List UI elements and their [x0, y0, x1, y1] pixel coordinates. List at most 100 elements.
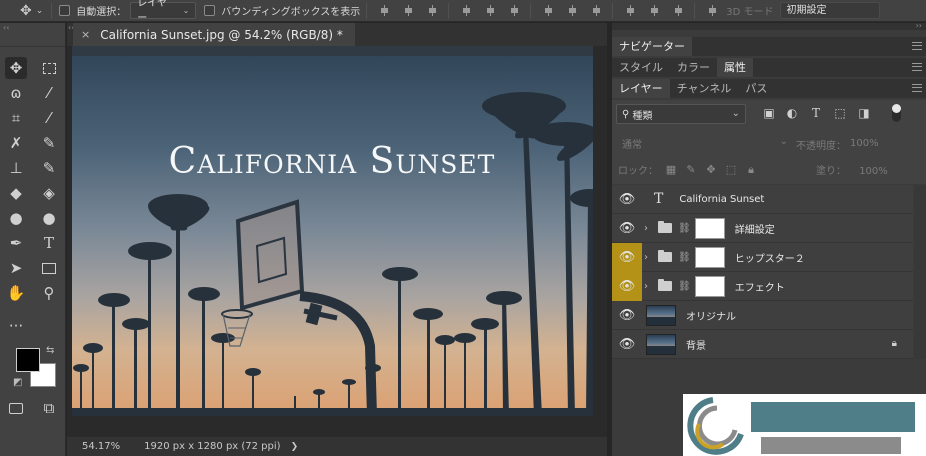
align-bottom-icon[interactable]: [427, 5, 438, 16]
healing-brush-icon[interactable]: ✗: [5, 132, 27, 154]
align-left-icon[interactable]: [461, 5, 472, 16]
tab-channels[interactable]: チャンネル: [670, 79, 739, 98]
type-icon[interactable]: T: [38, 232, 60, 254]
layer-row-group[interactable]: 👁︎ › ⛓︎ 詳細設定: [612, 214, 913, 243]
lock-all-icon[interactable]: 🔒︎: [744, 163, 758, 177]
crop-icon[interactable]: ⌗: [5, 107, 27, 129]
blend-mode-dropdown[interactable]: 通常 ⌄: [616, 134, 792, 152]
auto-align-icon[interactable]: [707, 5, 718, 16]
brush-icon[interactable]: ✎: [38, 132, 60, 154]
eye-icon[interactable]: 👁︎: [612, 214, 642, 243]
lock-artboard-icon[interactable]: ⬚: [724, 163, 738, 176]
filter-pixel-icon[interactable]: ▣: [762, 106, 776, 120]
layer-row-group[interactable]: 👁︎ › ⛓︎ ヒップスター２: [612, 242, 913, 272]
history-brush-icon[interactable]: ✎: [38, 157, 60, 179]
distribute-bottom-icon[interactable]: [591, 5, 602, 16]
tab-navigator[interactable]: ナビゲーター: [612, 37, 692, 56]
panel-grip[interactable]: [0, 33, 65, 47]
pen-icon[interactable]: ✒: [5, 232, 27, 254]
align-vcenter-icon[interactable]: [403, 5, 414, 16]
chevron-down-icon[interactable]: ⌄: [36, 0, 44, 22]
document-tab[interactable]: × California Sunset.jpg @ 54.2% (RGB/8) …: [73, 23, 355, 46]
bounding-box-checkbox[interactable]: [204, 5, 216, 16]
distribute-left-icon[interactable]: [625, 5, 636, 16]
zoom-icon[interactable]: ⚲: [38, 282, 60, 304]
filter-adjustment-icon[interactable]: ◐: [785, 106, 799, 120]
distribute-hcenter-icon[interactable]: [649, 5, 660, 16]
dodge-icon[interactable]: ●: [38, 207, 60, 229]
align-top-icon[interactable]: [379, 5, 390, 16]
chevron-right-icon[interactable]: ›: [644, 281, 654, 292]
link-icon[interactable]: ⛓︎: [678, 223, 691, 234]
panel-menu-icon[interactable]: [912, 84, 922, 92]
magic-wand-icon[interactable]: ⁄: [38, 82, 60, 104]
zoom-level[interactable]: 54.17%: [82, 441, 120, 452]
filter-toggle[interactable]: [892, 104, 901, 122]
align-hcenter-icon[interactable]: [485, 5, 496, 16]
move-tool-preset-icon[interactable]: ✥: [20, 0, 32, 22]
auto-select-dropdown[interactable]: レイヤー ⌄: [130, 0, 197, 24]
link-icon[interactable]: ⛓︎: [678, 281, 691, 292]
layers-scrollbar[interactable]: [914, 185, 926, 359]
close-icon[interactable]: ×: [81, 28, 90, 41]
eye-icon[interactable]: 👁︎: [612, 330, 642, 359]
foreground-color-swatch[interactable]: [16, 348, 40, 372]
link-icon[interactable]: ⛓︎: [678, 252, 691, 263]
swap-colors-icon[interactable]: ⇆: [46, 345, 54, 356]
lock-transparency-icon[interactable]: ▦: [664, 163, 678, 176]
auto-select-checkbox[interactable]: [59, 5, 71, 16]
layer-kind-filter[interactable]: ⚲ 種類 ⌄: [616, 104, 746, 124]
clone-stamp-icon[interactable]: ⊥: [5, 157, 27, 179]
chevron-right-icon[interactable]: ›: [644, 223, 654, 234]
layer-row-image[interactable]: 👁︎ オリジナル: [612, 301, 913, 330]
tab-properties[interactable]: 属性: [717, 58, 753, 77]
layer-mask-thumbnail[interactable]: [694, 217, 725, 239]
workspace-dropdown[interactable]: 初期設定: [779, 2, 880, 19]
tab-layers[interactable]: レイヤー: [612, 79, 670, 98]
smudge-icon[interactable]: ●: [5, 207, 27, 229]
opacity-field[interactable]: 100%: [848, 134, 908, 152]
panel-menu-icon[interactable]: [912, 42, 922, 50]
eye-icon[interactable]: 👁︎: [612, 242, 642, 272]
path-selection-icon[interactable]: ➤: [5, 257, 27, 279]
filter-smart-object-icon[interactable]: ◨: [857, 106, 871, 120]
tab-color[interactable]: カラー: [670, 58, 717, 77]
fill-field[interactable]: 100%: [859, 166, 888, 177]
tab-styles[interactable]: スタイル: [612, 58, 670, 77]
distribute-top-icon[interactable]: [543, 5, 554, 16]
eye-icon[interactable]: 👁︎: [612, 271, 642, 301]
collapse-icon[interactable]: ‹‹: [0, 23, 65, 33]
tab-paths[interactable]: パス: [738, 79, 774, 98]
layer-mask-thumbnail[interactable]: [694, 275, 725, 297]
filter-type-icon[interactable]: T: [809, 106, 823, 120]
rect-marquee-icon[interactable]: [38, 57, 60, 79]
more-tools-icon[interactable]: ···: [5, 315, 27, 337]
eraser-icon[interactable]: ◆: [5, 182, 27, 204]
lasso-icon[interactable]: ɷ: [5, 82, 27, 104]
filter-shape-icon[interactable]: ⬚: [833, 106, 847, 120]
hand-icon[interactable]: ✋: [5, 282, 27, 304]
canvas-image[interactable]: California Sunset: [72, 46, 593, 416]
lock-position-icon[interactable]: ✥: [704, 163, 718, 176]
layer-mask-thumbnail[interactable]: [694, 246, 725, 268]
lock-pixels-icon[interactable]: ✎: [684, 163, 698, 176]
distribute-vcenter-icon[interactable]: [567, 5, 578, 16]
quick-mask-icon[interactable]: [5, 397, 27, 419]
layer-row-group[interactable]: 👁︎ › ⛓︎ エフェクト: [612, 271, 913, 301]
align-right-icon[interactable]: [509, 5, 520, 16]
paint-bucket-icon[interactable]: ◈: [38, 182, 60, 204]
eye-icon[interactable]: 👁︎: [612, 185, 642, 214]
default-colors-icon[interactable]: ◩: [13, 377, 22, 388]
move-icon[interactable]: ✥: [5, 57, 27, 79]
screen-mode-icon[interactable]: ⧉: [38, 397, 60, 419]
distribute-right-icon[interactable]: [673, 5, 684, 16]
panel-menu-icon[interactable]: [912, 63, 922, 71]
layer-row-text[interactable]: 👁︎ T California Sunset: [612, 185, 913, 214]
eyedropper-icon[interactable]: ⁄: [38, 107, 60, 129]
panel-collapse-icon[interactable]: ››: [916, 21, 922, 30]
layer-row-background[interactable]: 👁︎ 背景 🔒︎: [612, 330, 913, 359]
eye-icon[interactable]: 👁︎: [612, 301, 642, 330]
chevron-right-icon[interactable]: ›: [644, 252, 654, 263]
status-menu-arrow-icon[interactable]: ❯: [291, 442, 299, 452]
rectangle-icon[interactable]: [38, 257, 60, 279]
